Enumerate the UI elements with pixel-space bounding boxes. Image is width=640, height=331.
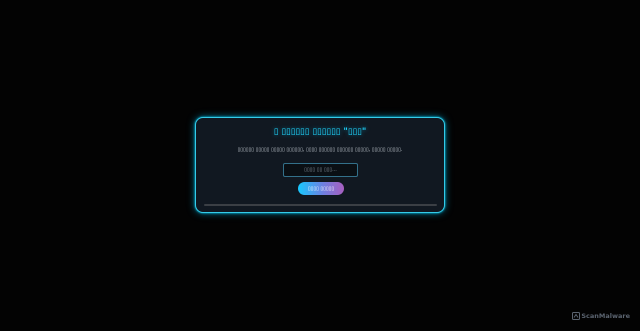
submit-button[interactable]: ▯▯▯▯▯ ▯▯▯▯ [298,182,344,195]
page: "▯▯▯" ▯▯▯▯▯▯ ▯▯▯▯▯▯ ▯ .▯▯▯▯▯ ▯▯▯▯▯ ,▯▯▯▯… [0,0,640,331]
watermark: ScanMalware [572,312,630,320]
dialog-subtitle: .▯▯▯▯▯ ▯▯▯▯▯ ,▯▯▯▯▯ ▯▯▯▯▯▯ ▯▯▯▯▯▯ ▯▯▯▯ ,… [237,147,403,153]
dialog-title: "▯▯▯" ▯▯▯▯▯▯ ▯▯▯▯▯▯ ▯ [273,127,367,137]
scanmalware-logo-icon [572,312,581,320]
progress-bar [204,204,437,206]
dialog-card: "▯▯▯" ▯▯▯▯▯▯ ▯▯▯▯▯▯ ▯ .▯▯▯▯▯ ▯▯▯▯▯ ,▯▯▯▯… [195,117,445,213]
text-input[interactable] [283,163,358,177]
watermark-text: ScanMalware [581,312,630,320]
